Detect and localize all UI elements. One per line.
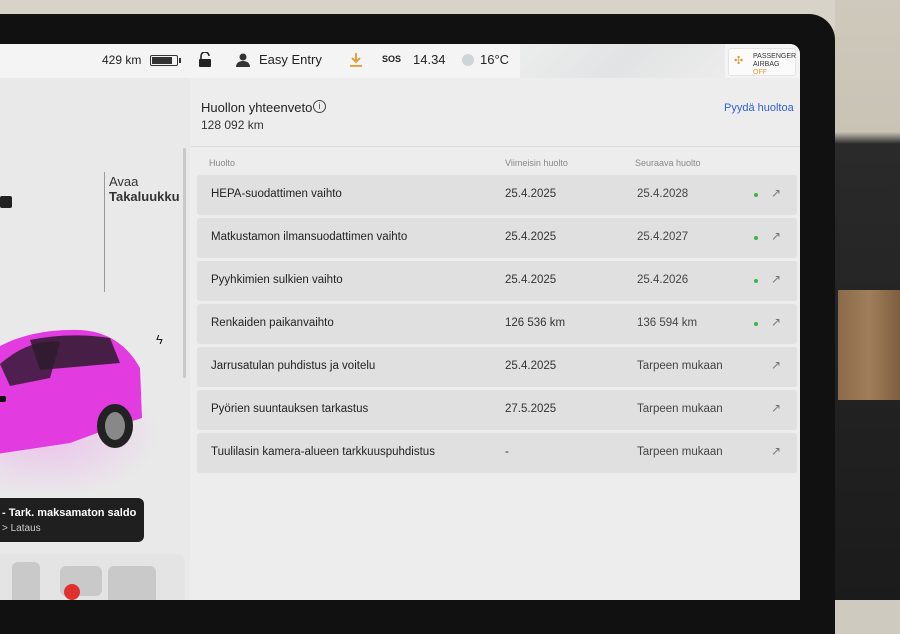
service-name: Tuulilasin kamera-alueen tarkkuuspuhdist…: [211, 446, 435, 458]
open-detail-arrow-icon[interactable]: ↗: [771, 229, 781, 243]
service-summary-panel: Huollon yhteenveto i 128 092 km Pyydä hu…: [190, 78, 800, 600]
status-ok-dot: [754, 236, 758, 240]
unlocked-icon[interactable]: [198, 51, 212, 68]
service-row[interactable]: Matkustamon ilmansuodattimen vaihto 25.4.…: [197, 218, 797, 258]
weather-icon: [462, 54, 474, 66]
wood-trim: [838, 290, 900, 400]
last-service: -: [505, 446, 509, 458]
unpaid-balance-alert[interactable]: - Tark. maksamaton saldo > Lataus: [0, 498, 144, 542]
service-name: Jarrusatulan puhdistus ja voitelu: [211, 360, 376, 372]
next-service: Tarpeen mukaan: [637, 403, 723, 415]
airbag-label: PASSENGER: [753, 53, 797, 60]
seat-heater-panel[interactable]: [0, 554, 185, 600]
panel-scrollbar[interactable]: [183, 148, 186, 378]
last-service: 126 536 km: [505, 317, 566, 329]
clock: 14.34: [413, 52, 446, 67]
door-open-icon[interactable]: [0, 196, 12, 208]
seat-rear-right[interactable]: [108, 566, 156, 600]
open-trunk-button[interactable]: Avaa Takaluukku: [109, 174, 180, 204]
range-readout: 429 km: [102, 53, 142, 67]
odometer-value: 128 092 km: [201, 118, 264, 132]
next-service: 25.4.2027: [637, 231, 689, 243]
trunk-label: Takaluukku: [109, 189, 180, 204]
next-service: Tarpeen mukaan: [637, 446, 723, 458]
map-preview: [520, 44, 725, 78]
trunk-action-label: Avaa: [109, 174, 139, 189]
last-service: 25.4.2025: [505, 274, 557, 286]
service-name: HEPA-suodattimen vaihto: [211, 188, 342, 200]
open-detail-arrow-icon[interactable]: ↗: [771, 186, 781, 200]
service-row[interactable]: Tuulilasin kamera-alueen tarkkuuspuhdist…: [197, 433, 797, 473]
status-ok-dot: [754, 193, 758, 197]
service-row[interactable]: Renkaiden paikanvaihto 126 536 km 136 594 …: [197, 304, 797, 344]
next-service: 25.4.2028: [637, 188, 689, 200]
service-row[interactable]: Jarrusatulan puhdistus ja voitelu 25.4.20…: [197, 347, 797, 387]
vehicle-panel: Avaa Takaluukku ϟ - Tark. maksamaton sal…: [0, 78, 190, 600]
status-bar: 429 km Easy Entry SOS 14.34 16°C ✣ PASSE…: [0, 44, 800, 78]
next-service: Tarpeen mukaan: [637, 360, 723, 372]
last-service: 25.4.2025: [505, 360, 557, 372]
car-illustration: [0, 329, 142, 454]
next-service: 136 594 km: [637, 317, 698, 329]
battery-fill: [152, 57, 173, 64]
open-detail-arrow-icon[interactable]: ↗: [771, 272, 781, 286]
sos-icon[interactable]: SOS: [382, 54, 401, 64]
last-service: 25.4.2025: [505, 188, 557, 200]
last-service: 25.4.2025: [505, 231, 557, 243]
last-service: 27.5.2025: [505, 403, 557, 415]
service-list: HEPA-suodattimen vaihto 25.4.2025 25.4.202…: [197, 175, 797, 476]
info-icon[interactable]: i: [313, 100, 326, 113]
alert-title: - Tark. maksamaton saldo: [2, 507, 137, 519]
passenger-airbag-indicator: ✣ PASSENGER AIRBAG OFF: [728, 48, 796, 76]
driver-profile-icon[interactable]: [236, 52, 250, 68]
service-name: Pyyhkimien sulkien vaihto: [211, 274, 343, 286]
status-ok-dot: [754, 322, 758, 326]
divider: [190, 146, 800, 147]
alert-charging-link[interactable]: > Lataus: [2, 523, 41, 534]
service-row[interactable]: HEPA-suodattimen vaihto 25.4.2025 25.4.202…: [197, 175, 797, 215]
charge-port-icon[interactable]: ϟ: [156, 332, 163, 347]
outside-temperature: 16°C: [480, 52, 510, 67]
open-detail-arrow-icon[interactable]: ↗: [771, 444, 781, 458]
service-row[interactable]: Pyörien suuntauksen tarkastus 27.5.2025 Ta…: [197, 390, 797, 430]
airbag-icon: ✣: [734, 55, 744, 67]
seat-alert-icon: [64, 584, 80, 600]
seat-driver[interactable]: [12, 562, 40, 600]
airbag-off-state: OFF: [753, 69, 767, 76]
service-name: Pyörien suuntauksen tarkastus: [211, 403, 369, 415]
battery-tip: [179, 58, 181, 63]
service-name: Matkustamon ilmansuodattimen vaihto: [211, 231, 408, 243]
column-header-next: Seuraava huolto: [635, 158, 701, 168]
touchscreen: 429 km Easy Entry SOS 14.34 16°C ✣ PASSE…: [0, 44, 800, 600]
battery-icon: [150, 55, 181, 66]
open-detail-arrow-icon[interactable]: ↗: [771, 401, 781, 415]
driver-profile-name[interactable]: Easy Entry: [259, 52, 322, 67]
software-download-icon[interactable]: [349, 52, 363, 68]
open-detail-arrow-icon[interactable]: ↗: [771, 315, 781, 329]
status-ok-dot: [754, 279, 758, 283]
page-title: Huollon yhteenveto: [201, 100, 313, 115]
column-header-service: Huolto: [209, 158, 236, 168]
service-row[interactable]: Pyyhkimien sulkien vaihto 25.4.2025 25.4.2…: [197, 261, 797, 301]
column-header-last: Viimeisin huolto: [505, 158, 568, 168]
request-service-link[interactable]: Pyydä huoltoa: [724, 102, 794, 114]
next-service: 25.4.2026: [637, 274, 689, 286]
service-name: Renkaiden paikanvaihto: [211, 317, 334, 329]
airbag-status-line: AIRBAG OFF: [753, 61, 795, 77]
open-detail-arrow-icon[interactable]: ↗: [771, 358, 781, 372]
airbag-word: AIRBAG: [753, 61, 780, 68]
trunk-pointer-line: [104, 172, 105, 292]
